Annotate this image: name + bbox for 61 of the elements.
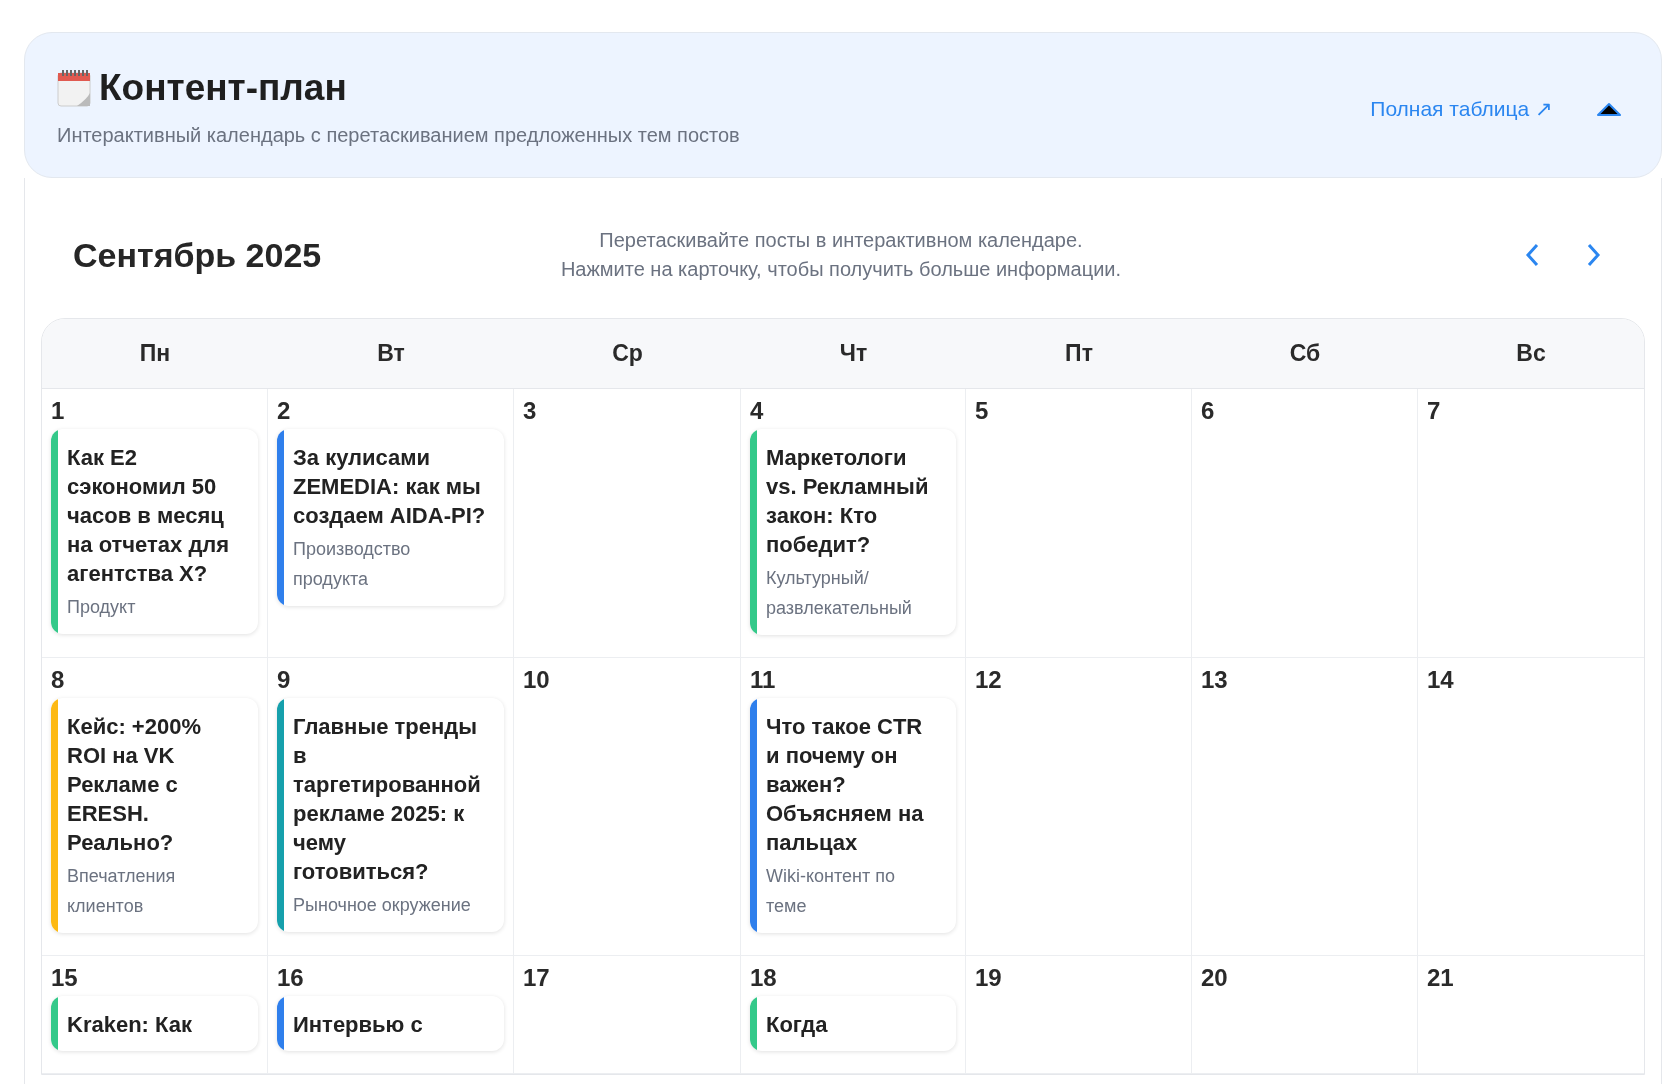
post-card[interactable]: Когда <box>750 996 956 1051</box>
weekday-header: Чт <box>839 339 868 369</box>
post-category: Продукт <box>67 596 137 619</box>
weekday-header: Вт <box>377 339 405 369</box>
day-number: 16 <box>277 964 305 992</box>
day-number: 12 <box>975 666 1003 694</box>
day-number: 14 <box>1427 666 1455 694</box>
post-title: За кулисами ZEMEDIA: как мы создаем AIDA-PI? <box>293 444 486 530</box>
post-category: Производство продукта <box>293 538 412 591</box>
day-number: 3 <box>523 397 538 425</box>
caret-icon <box>1597 102 1621 116</box>
month-title: Сентябрь 2025 <box>73 234 323 276</box>
post-card[interactable]: За кулисами ZEMEDIA: как мы создаем AIDA-PI? Производство продукта <box>277 429 504 606</box>
day-number: 11 <box>750 666 777 694</box>
post-card[interactable]: Как E2 сэкономил 50 часов в месяц на отчетах для агентства X? Продукт <box>51 429 258 634</box>
day-number: 5 <box>975 397 990 425</box>
day-number: 13 <box>1201 666 1229 694</box>
day-number: 8 <box>51 666 66 694</box>
day-number: 2 <box>277 397 292 425</box>
weekday-header: Ср <box>612 339 643 369</box>
hint-text: Нажмите на карточку, чтобы получить больше информации. <box>560 257 1122 282</box>
weekday-header: Пт <box>1065 339 1093 369</box>
post-title: Как E2 сэкономил 50 часов в месяц на отчетах для агентства X? <box>67 444 231 588</box>
day-number: 19 <box>975 964 1003 992</box>
post-title: Маркетологи vs. Рекламный закон: Кто победит? <box>766 444 930 559</box>
post-card[interactable]: Кейс: +200% ROI на VK Рекламе с ERESH. Реально? Впечатления клиентов <box>51 698 258 933</box>
post-category: Впечатления клиентов <box>67 865 177 918</box>
chevron-right-icon <box>1587 243 1601 267</box>
weekday-header: Сб <box>1289 339 1321 369</box>
page-subtitle: Интерактивный календарь с перетаскиванием предложенных тем постов <box>57 122 740 148</box>
hint-text: Перетаскивайте посты в интерактивном календаре. <box>599 228 1083 253</box>
post-card[interactable]: Что такое CTR и почему он важен? Объясняем на пальцах Wiki-контент по теме <box>750 698 956 933</box>
day-number: 10 <box>523 666 551 694</box>
day-number: 7 <box>1427 397 1442 425</box>
day-number: 6 <box>1201 397 1216 425</box>
post-card[interactable]: Kraken: Как <box>51 996 258 1051</box>
day-number: 15 <box>51 964 79 992</box>
weekday-header: Пн <box>139 339 171 369</box>
day-number: 21 <box>1427 964 1455 992</box>
day-number: 20 <box>1201 964 1229 992</box>
post-title: Главные тренды в таргетированной рекламе 2025: к чему готовиться? <box>293 713 482 886</box>
page-title: Контент-план <box>99 66 347 111</box>
weekday-header: Вс <box>1516 339 1546 369</box>
day-number: 9 <box>277 666 292 694</box>
day-number: 1 <box>51 397 66 425</box>
post-title: Интервью с <box>293 1011 423 1039</box>
post-title: Kraken: Как <box>67 1011 192 1039</box>
day-number: 18 <box>750 964 778 992</box>
day-number: 4 <box>750 397 765 425</box>
post-title: Кейс: +200% ROI на VK Рекламе с ERESH. Реально? <box>67 713 202 857</box>
chevron-left-icon <box>1525 243 1539 267</box>
post-category: Рыночное окружение <box>293 894 472 917</box>
post-card[interactable]: Главные тренды в таргетированной рекламе 2025: к чему готовиться? Рыночное окружение <box>277 698 504 932</box>
calendar-icon <box>57 69 91 107</box>
post-card[interactable]: Интервью с <box>277 996 504 1051</box>
post-category: Культурный/развлекательный <box>766 567 913 620</box>
post-title: Когда <box>766 1011 828 1039</box>
post-title: Что такое CTR и почему он важен? Объясняем на пальцах <box>766 713 925 857</box>
post-category: Wiki-контент по теме <box>766 865 896 918</box>
post-card[interactable]: Маркетологи vs. Рекламный закон: Кто победит? Культурный/развлекательный <box>750 429 956 635</box>
day-number: 17 <box>523 964 551 992</box>
